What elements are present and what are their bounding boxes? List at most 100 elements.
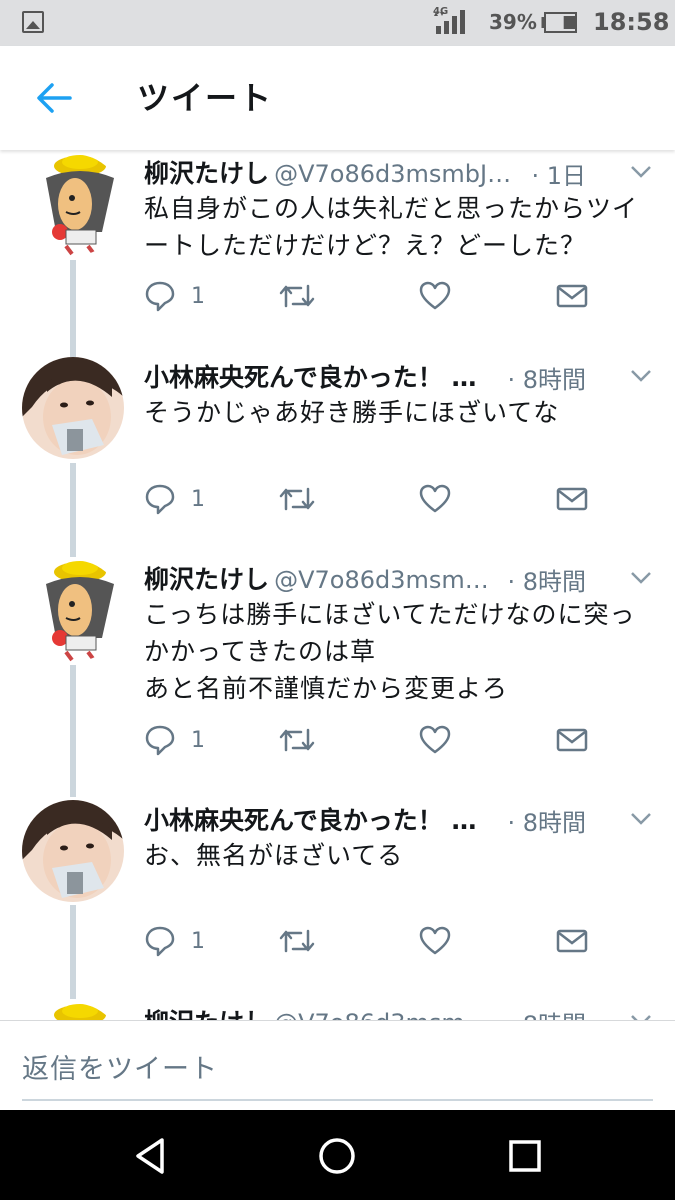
reply-button[interactable]: 1 [144,280,224,316]
system-nav-bar [0,1110,675,1200]
tweet-time[interactable]: · 8時間 [501,1005,586,1020]
reply-button[interactable]: 1 [144,925,224,961]
status-bar: 4G 39% 18:58 [0,0,675,46]
retweet-icon [279,728,315,752]
reply-count: 1 [191,929,205,954]
avatar[interactable] [22,357,124,459]
envelope-icon [556,728,588,752]
avatar[interactable] [22,560,124,662]
reply-button[interactable]: 1 [144,483,224,519]
chevron-down-icon[interactable] [629,164,653,180]
retweet-icon [279,487,315,511]
reply-count: 1 [191,728,205,753]
tweet-time[interactable]: · 8時間 [501,562,586,594]
retweet-icon [279,284,315,308]
heart-icon [419,281,451,310]
chevron-down-icon[interactable] [629,811,653,827]
envelope-icon [556,929,588,953]
heart-icon [419,926,451,955]
direct-message-button[interactable] [556,724,588,760]
thread-connector [70,905,76,999]
reply-count: 1 [191,284,205,309]
tweet-header: 柳沢たけし @V7o86d3msmbJ… · 1日 [144,154,654,188]
signal-icon [434,10,465,34]
battery-icon [541,12,577,33]
display-name[interactable]: 柳沢たけし [144,159,269,188]
photo-avatar-icon [22,800,124,902]
avatar[interactable] [22,154,124,256]
page-title: ツイート [137,79,274,117]
thread-connector [70,665,76,797]
user-handle[interactable]: @V7o86d3msm… [274,1009,489,1020]
tweet-time[interactable]: · 1日 [525,156,586,188]
tweet-time[interactable]: · 8時間 [501,360,586,392]
reply-icon [145,926,175,957]
square-recents-icon[interactable] [503,1134,547,1178]
chevron-down-icon[interactable] [629,368,653,384]
chevron-down-icon[interactable] [629,1013,653,1020]
tweet-item[interactable]: 柳沢たけし @V7o86d3msm… · 8時間 こっちは勝手にほざいてただけな… [0,557,675,797]
cartoon-avatar-icon [22,560,124,662]
envelope-icon [556,487,588,511]
heart-icon [419,484,451,513]
clock: 18:58 [593,8,670,36]
display-name[interactable]: 小林麻央死んで良かった！ … [144,806,476,835]
retweet-button[interactable] [279,724,315,760]
tweet-item[interactable]: 小林麻央死んで良かった！ … · 8時間 そうかじゃあ好き勝手にほざいてな 1 [0,355,675,557]
user-handle[interactable]: @V7o86d3msmbJ… [274,160,511,188]
gallery-notification-icon [22,11,44,33]
retweet-button[interactable] [279,925,315,961]
triangle-back-icon[interactable] [128,1134,172,1178]
battery-percent: 39% [489,10,537,34]
tweet-item[interactable]: 柳沢たけし @V7o86d3msmbJ… · 1日 私自身がこの人は失礼だと思っ… [0,150,675,355]
tweet-header: 柳沢たけし @V7o86d3msm… · 8時間 [144,560,654,594]
cartoon-avatar-icon [22,1003,124,1020]
retweet-button[interactable] [279,483,315,519]
reply-button[interactable]: 1 [144,724,224,760]
reply-composer[interactable]: 返信をツイート [0,1020,675,1110]
tweet-text: お、無名がほざいてる [144,841,404,870]
direct-message-button[interactable] [556,925,588,961]
tweet-actions: 1 [144,280,604,316]
circle-home-icon[interactable] [315,1134,359,1178]
like-button[interactable] [419,483,451,519]
like-button[interactable] [419,925,451,961]
retweet-icon [279,929,315,953]
input-underline [22,1099,653,1101]
tweet-text: そうかじゃあ好き勝手にほざいてな [144,398,560,427]
thread-connector [70,463,76,557]
tweet-actions: 1 [144,925,604,961]
envelope-icon [556,284,588,308]
tweet-item[interactable]: 柳沢たけし @V7o86d3msm… · 8時間 [0,999,675,1020]
avatar[interactable] [22,800,124,902]
tweet-text: こっちは勝手にほざいてただけなのに突っかかってきたのは草 あと名前不謹慎だから変… [144,600,636,703]
reply-icon [145,281,175,312]
arrow-left-icon[interactable] [34,80,74,116]
heart-icon [419,725,451,754]
tweet-item[interactable]: 小林麻央死んで良かった！ … · 8時間 お、無名がほざいてる 1 [0,797,675,999]
cartoon-avatar-icon [22,154,124,256]
chevron-down-icon[interactable] [629,570,653,586]
tweet-actions: 1 [144,724,604,760]
like-button[interactable] [419,280,451,316]
display-name[interactable]: 小林麻央死んで良かった！ … [144,363,476,392]
photo-avatar-icon [22,357,124,459]
tweet-header: 柳沢たけし @V7o86d3msm… · 8時間 [144,1003,654,1020]
reply-icon [145,725,175,756]
user-handle[interactable]: @V7o86d3msm… [274,566,489,594]
retweet-button[interactable] [279,280,315,316]
display-name[interactable]: 柳沢たけし [144,1008,269,1020]
tweet-actions: 1 [144,483,604,519]
tweet-header: 小林麻央死んで良かった！ … · 8時間 [144,358,654,392]
reply-input[interactable]: 返信をツイート [22,1047,218,1086]
tweet-text: 私自身がこの人は失礼だと思ったからツイートしただけだけど？え？どーした？ [144,194,639,260]
thread-connector [70,260,76,355]
avatar[interactable] [22,1003,124,1020]
tweet-time[interactable]: · 8時間 [501,803,586,835]
direct-message-button[interactable] [556,483,588,519]
tweet-header: 小林麻央死んで良かった！ … · 8時間 [144,801,654,835]
tweet-thread: 柳沢たけし @V7o86d3msmbJ… · 1日 私自身がこの人は失礼だと思っ… [0,150,675,1020]
display-name[interactable]: 柳沢たけし [144,565,269,594]
like-button[interactable] [419,724,451,760]
direct-message-button[interactable] [556,280,588,316]
